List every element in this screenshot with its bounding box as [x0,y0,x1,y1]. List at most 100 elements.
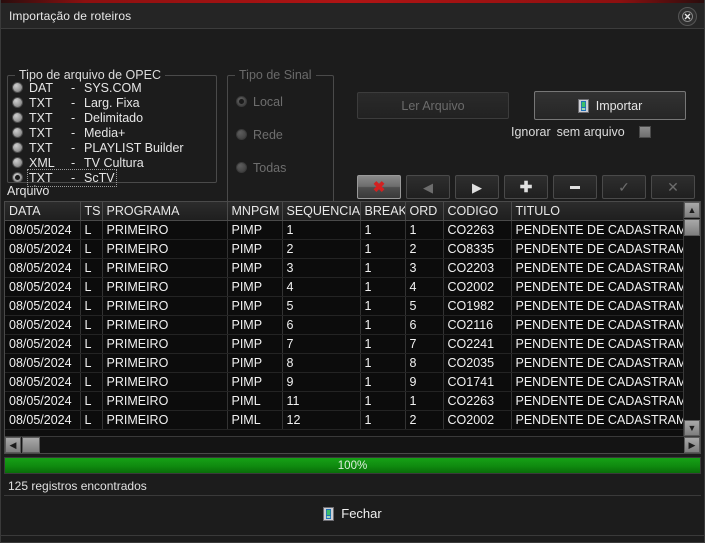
previous-button[interactable]: ◀ [406,175,450,199]
next-button[interactable]: ▶ [455,175,499,199]
table-cell: PIMP [227,277,283,297]
table-row[interactable]: 08/05/2024 L PRIMEIRO PIMP 1 1 1 CO2263 PENDENTE… [5,220,683,240]
column-header-data[interactable]: DATA [5,202,81,221]
column-header-sequencia[interactable]: SEQUENCIA [282,202,361,221]
record-navigator: ✖ ◀ ▶ ✚ ▬ ✓ ✕ [357,175,695,199]
close-button-label: Fechar [341,506,382,521]
radio-label-dash: - [71,155,76,170]
radio-dot-icon [12,97,23,108]
arrow-left-icon: ◀ [423,179,433,195]
column-header-mnpgm[interactable]: MNPGM [227,202,283,221]
table-cell: PIMP [227,334,283,354]
column-header-titulo[interactable]: TITULO [511,202,683,221]
file-type-legend: Tipo de arquivo de OPEC [15,68,165,82]
table-cell: 12 [282,410,361,430]
table-cell: 08/05/2024 [5,258,81,278]
radio-signal-rede: Rede [236,118,333,151]
table-row[interactable]: 08/05/2024 L PRIMEIRO PIMP 7 1 7 CO2241 PENDENTE… [5,334,683,354]
read-file-button[interactable]: Ler Arquivo [357,92,509,119]
column-header-codigo[interactable]: CODIGO [443,202,512,221]
table-row[interactable]: 08/05/2024 L PRIMEIRO PIMP 6 1 6 CO2116 PENDENTE… [5,315,683,335]
radio-label-key: DAT [29,80,54,95]
table-cell: PENDENTE DE CADASTRAMENTO [511,391,683,411]
import-button[interactable]: Importar [534,91,686,120]
horizontal-scrollbar[interactable]: ◀ ▶ [5,436,700,453]
radio-file-type-txt-mediaplus[interactable]: TXT - Media+ [12,125,216,140]
table-cell: PRIMEIRO [102,334,228,354]
x-icon: ✕ [667,179,679,195]
radio-label-value: PLAYLIST Builder [84,140,184,155]
table-cell: 1 [360,239,406,259]
radio-label-value: SYS.COM [84,80,142,95]
table-cell: CO2203 [443,258,512,278]
column-header-programa[interactable]: PROGRAMA [102,202,228,221]
chevron-left-icon: ◀ [9,439,17,450]
table-cell: PRIMEIRO [102,296,228,316]
scroll-down-button[interactable]: ▼ [684,420,700,436]
table-cell: L [80,277,103,297]
table-cell: 1 [405,220,444,240]
column-header-ord[interactable]: ORD [405,202,444,221]
table-row[interactable]: 08/05/2024 L PRIMEIRO PIML 11 1 1 CO2263 PENDENT… [5,391,683,411]
scroll-up-button[interactable]: ▲ [684,202,700,218]
table-row[interactable]: 08/05/2024 L PRIMEIRO PIMP 8 1 8 CO2035 PENDENTE… [5,353,683,373]
close-row-button[interactable]: ✕ [651,175,695,199]
radio-file-type-txt-largfixa[interactable]: TXT - Larg. Fixa [12,95,216,110]
radio-file-type-txt-playlistbuilder[interactable]: TXT - PLAYLIST Builder [12,140,216,155]
window-title: Importação de roteiros [9,8,132,23]
radio-dot-selected-icon [12,172,23,183]
table-cell: PENDENTE DE CADASTRAMENTO [511,372,683,392]
table-cell: PENDENTE DE CADASTRAMENTO [511,296,683,316]
table-cell: PRIMEIRO [102,372,228,392]
close-button[interactable]: Fechar [313,504,391,523]
table-cell: 1 [360,315,406,335]
radio-label-key: TXT [29,140,53,155]
table-row[interactable]: 08/05/2024 L PRIMEIRO PIMP 2 1 2 CO8335 PENDENTE… [5,239,683,259]
table-cell: L [80,372,103,392]
table-cell: PRIMEIRO [102,239,228,259]
cancel-button[interactable]: ✖ [357,175,401,199]
radio-label-key: TXT [29,110,53,125]
footer: Fechar [1,496,704,535]
table-cell: CO2241 [443,334,512,354]
table-row[interactable]: 08/05/2024 L PRIMEIRO PIMP 5 1 5 CO1982 PENDENTE… [5,296,683,316]
column-header-ts[interactable]: TS [80,202,103,221]
table-cell: PIMP [227,258,283,278]
table-row[interactable]: 08/05/2024 L PRIMEIRO PIMP 4 1 4 CO2002 PENDENTE… [5,277,683,297]
radio-signal-local: Local [236,85,333,118]
ignore-no-file-checkbox[interactable] [638,126,651,138]
table-row[interactable]: 08/05/2024 L PRIMEIRO PIML 12 1 2 CO2002 PENDENT… [5,410,683,430]
confirm-button[interactable]: ✓ [602,175,646,199]
vertical-scrollbar[interactable]: ▲ ▼ [683,202,700,436]
table-cell: PIMP [227,239,283,259]
window-close-button[interactable] [678,7,697,26]
radio-file-type-txt-delimitado[interactable]: TXT - Delimitado [12,110,216,125]
table-cell: 1 [360,258,406,278]
vertical-scrollbar-thumb[interactable] [684,219,700,236]
table-cell: 08/05/2024 [5,334,81,354]
table-cell: 1 [360,334,406,354]
horizontal-scrollbar-thumb[interactable] [22,437,40,453]
scroll-right-button[interactable]: ▶ [684,437,700,453]
table-row[interactable]: 08/05/2024 L PRIMEIRO PIMP 9 1 9 CO1741 PENDENTE… [5,372,683,392]
table-cell: 6 [405,315,444,335]
radio-file-type-dat-syscom[interactable]: DAT - SYS.COM [12,80,216,95]
remove-button[interactable]: ▬ [553,175,597,199]
table-cell: CO1741 [443,372,512,392]
progress-bar-label: 100% [337,459,368,472]
scroll-left-button[interactable]: ◀ [5,437,21,453]
table-cell: PENDENTE DE CADASTRAMENTO [511,410,683,430]
radio-file-type-txt-sctv[interactable]: TXT - ScTV [12,168,216,187]
column-header-break[interactable]: BREAK [360,202,406,221]
table-cell: 08/05/2024 [5,277,81,297]
table-cell: PRIMEIRO [102,391,228,411]
add-button[interactable]: ✚ [504,175,548,199]
radio-dot-icon [12,112,23,123]
horizontal-scrollbar-track[interactable] [40,437,684,453]
radio-label-key: XML [29,155,55,170]
radio-file-type-xml-tvcultura[interactable]: XML - TV Cultura [12,155,216,170]
table-row[interactable]: 08/05/2024 L PRIMEIRO PIMP 3 1 3 CO2203 PENDENTE… [5,258,683,278]
table-cell: PRIMEIRO [102,277,228,297]
radio-label-key: TXT [29,95,53,110]
table-cell: 11 [282,391,361,411]
